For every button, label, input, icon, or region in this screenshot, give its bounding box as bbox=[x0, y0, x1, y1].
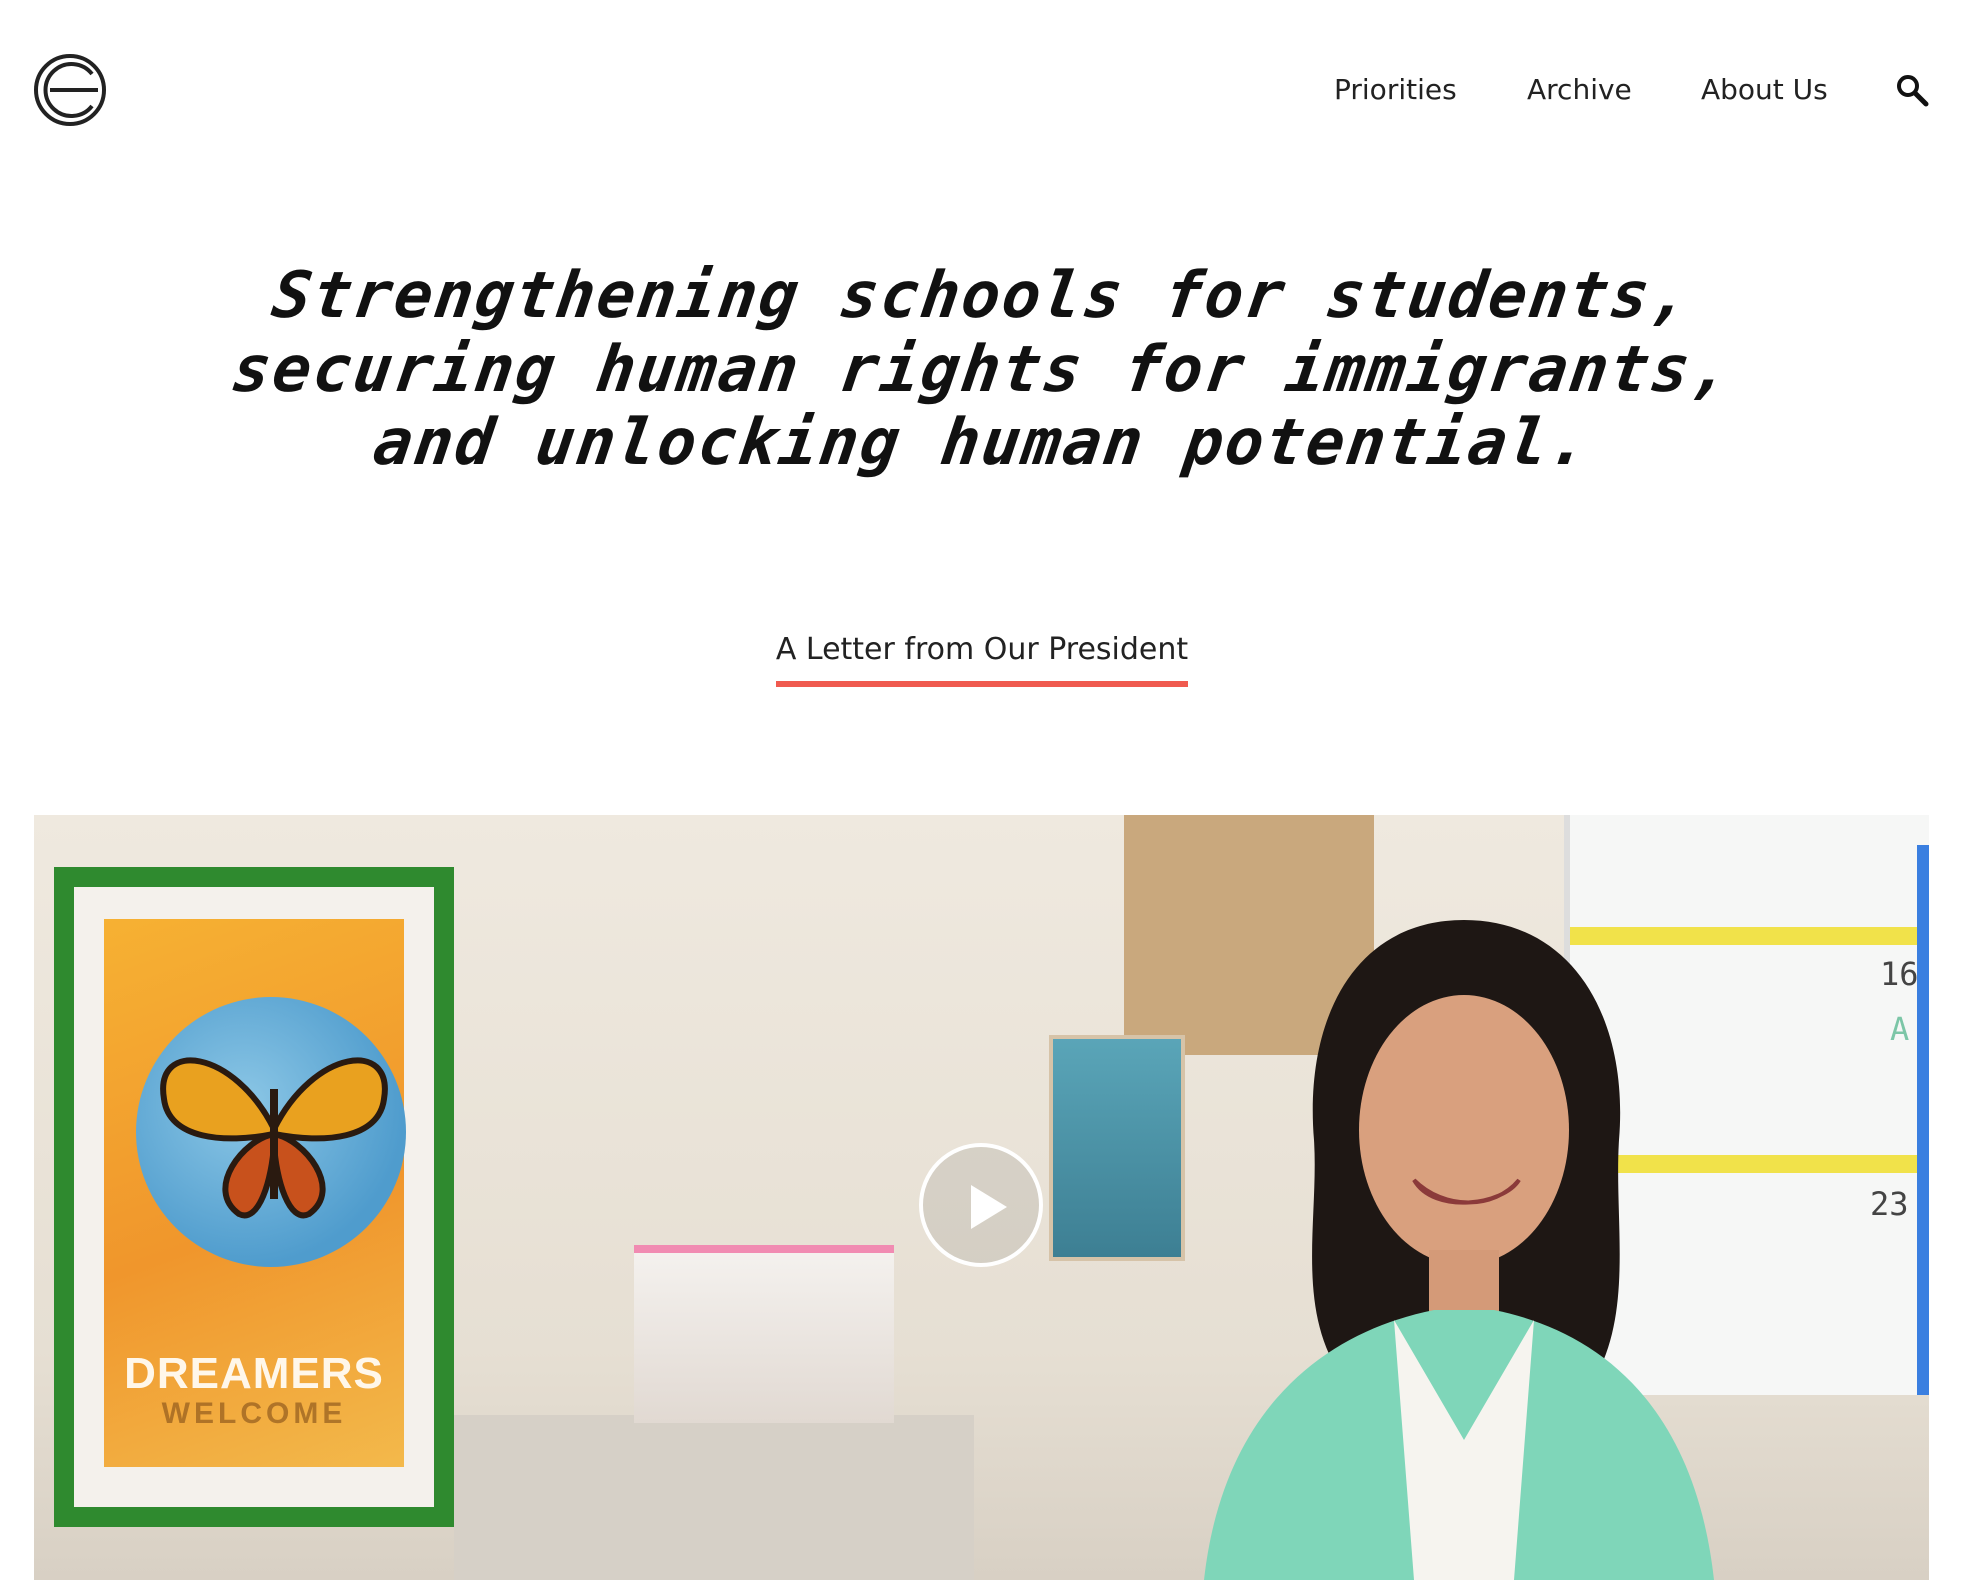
whiteboard-number: 23 bbox=[1870, 1185, 1909, 1223]
speaker-person bbox=[1204, 920, 1714, 1580]
dreamers-poster-frame: DREAMERS WELCOME bbox=[54, 867, 454, 1527]
search-icon[interactable] bbox=[1894, 72, 1930, 108]
nav-item-archive[interactable]: Archive bbox=[1527, 70, 1632, 110]
hero-line-1: Strengthening schools for students, bbox=[267, 259, 1697, 333]
nav-item-priorities[interactable]: Priorities bbox=[1334, 70, 1457, 110]
site-header: Priorities Archive About Us bbox=[0, 0, 1964, 180]
president-letter-link[interactable]: A Letter from Our President bbox=[775, 632, 1189, 687]
whiteboard-number: 16 bbox=[1880, 955, 1919, 993]
butterfly-icon bbox=[160, 1057, 388, 1219]
poster-title: DREAMERS bbox=[124, 1349, 384, 1398]
nav-item-about-us[interactable]: About Us bbox=[1701, 70, 1828, 110]
shelf bbox=[454, 1415, 974, 1580]
paper-stack bbox=[634, 1245, 894, 1423]
letter-link-wrapper: A Letter from Our President bbox=[0, 632, 1964, 687]
dreamers-poster: DREAMERS WELCOME bbox=[104, 919, 406, 1467]
video-player[interactable]: 16 A 23 DREAMERS WELCOME bbox=[34, 815, 1929, 1580]
hero-line-3: and unlocking human potential. bbox=[368, 406, 1596, 481]
main-nav: Priorities Archive About Us bbox=[0, 70, 1964, 110]
play-button[interactable] bbox=[919, 1143, 1043, 1267]
play-icon bbox=[971, 1185, 1007, 1229]
poster-subtitle: WELCOME bbox=[161, 1397, 347, 1430]
hero-line-2: securing human rights for immigrants, bbox=[227, 332, 1738, 407]
whiteboard-letter: A bbox=[1890, 1010, 1910, 1048]
hero-statement: Strengthening schools for students, secu… bbox=[0, 259, 1964, 620]
